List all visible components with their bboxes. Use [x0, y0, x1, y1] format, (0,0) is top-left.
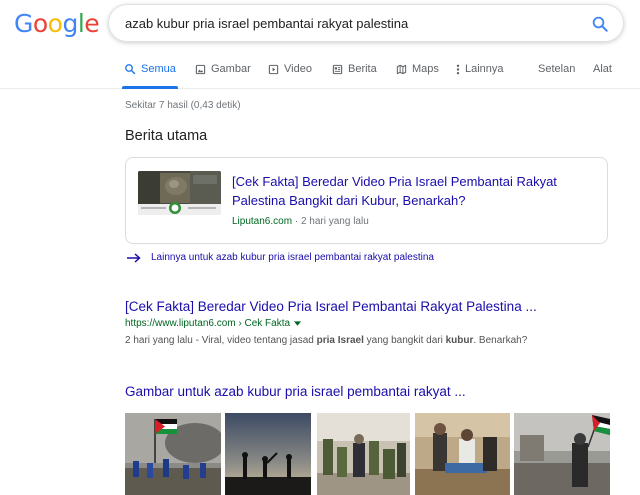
silhouette-sunset-image	[225, 413, 311, 495]
image-result-1[interactable]	[125, 413, 221, 495]
map-icon	[396, 64, 407, 74]
injured-carried-image	[415, 413, 510, 495]
image-result-3[interactable]	[317, 413, 410, 495]
tab-label: Berita	[348, 63, 377, 75]
header: Google azab kubur pria israel pembantai …	[0, 0, 640, 50]
result-url: https://www.liputan6.com › Cek Fakta	[125, 318, 625, 329]
logo-letter-g: G	[14, 9, 33, 38]
image-results	[125, 413, 640, 495]
tab-label: Semua	[141, 63, 176, 75]
search-button[interactable]	[591, 15, 609, 33]
image-result-2[interactable]	[225, 413, 311, 495]
video-icon	[268, 64, 279, 74]
tab-label: Maps	[412, 63, 439, 75]
images-heading-link[interactable]: Gambar untuk azab kubur pria israel pemb…	[125, 384, 466, 399]
news-thumbnail[interactable]	[138, 171, 221, 215]
more-news-link[interactable]: Lainnya untuk azab kubur pria israel pem…	[127, 250, 434, 265]
meta-separator: ·	[292, 216, 301, 227]
snippet-text: yang bangkit dari	[363, 335, 446, 346]
news-card[interactable]: [Cek Fakta] Beredar Video Pria Israel Pe…	[125, 157, 608, 244]
tab-semua[interactable]: Semua	[124, 63, 176, 75]
search-tabs: Semua Gambar Video Berita Maps Lainnya S…	[0, 58, 640, 89]
news-card-title[interactable]: [Cek Fakta] Beredar Video Pria Israel Pe…	[232, 172, 592, 210]
video-thumbnail-image	[138, 171, 221, 215]
tab-gambar[interactable]: Gambar	[195, 63, 251, 75]
news-source: Liputan6.com	[232, 216, 293, 227]
result-title-link[interactable]: [Cek Fakta] Beredar Video Pria Israel Pe…	[125, 298, 625, 316]
result-snippet: 2 hari yang lalu - Viral, video tentang …	[125, 335, 625, 346]
snippet-text: 2 hari yang lalu - Viral, video tentang …	[125, 335, 317, 346]
protest-flag-image	[125, 413, 221, 495]
tab-alat[interactable]: Alat	[593, 63, 612, 75]
image-result-4[interactable]	[415, 413, 510, 495]
more-news-label: Lainnya untuk azab kubur pria israel pem…	[151, 252, 434, 263]
search-input[interactable]: azab kubur pria israel pembantai rakyat …	[125, 16, 408, 31]
news-card-meta: Liputan6.com · 2 hari yang lalu	[232, 216, 369, 227]
search-icon	[125, 64, 136, 75]
result-url-text: https://www.liputan6.com › Cek Fakta	[125, 318, 291, 329]
dropdown-arrow-icon[interactable]	[294, 321, 302, 326]
tab-label: Lainnya	[465, 63, 504, 75]
logo-letter-g2: g	[62, 9, 78, 38]
palestine-flag-image	[514, 413, 610, 495]
soldiers-crowd-image	[317, 413, 410, 495]
image-icon	[195, 64, 206, 74]
tab-setelan[interactable]: Setelan	[538, 63, 575, 75]
top-stories-heading: Berita utama	[125, 128, 208, 144]
tab-label: Video	[284, 63, 312, 75]
tab-label: Alat	[593, 63, 612, 75]
tab-lainnya[interactable]: Lainnya	[456, 63, 504, 75]
news-icon	[332, 64, 343, 74]
result-stats: Sekitar 7 hasil (0,43 detik)	[125, 100, 241, 111]
tab-label: Setelan	[538, 63, 576, 75]
active-tab-indicator	[122, 86, 178, 89]
tab-video[interactable]: Video	[268, 63, 312, 75]
snippet-highlight: pria Israel	[316, 335, 364, 346]
logo-letter-e: e	[84, 9, 100, 38]
google-logo[interactable]: Google	[14, 9, 100, 39]
more-vert-icon	[456, 64, 460, 74]
logo-letter-o1: o	[32, 9, 48, 38]
logo-letter-o2: o	[47, 9, 63, 38]
arrow-right-icon	[127, 252, 141, 263]
search-box[interactable]: azab kubur pria israel pembantai rakyat …	[108, 4, 624, 42]
snippet-highlight: kubur	[445, 335, 474, 346]
search-icon	[592, 16, 608, 32]
tab-label: Gambar	[211, 63, 251, 75]
news-time: 2 hari yang lalu	[300, 216, 369, 227]
image-result-5[interactable]	[514, 413, 610, 495]
search-result: [Cek Fakta] Beredar Video Pria Israel Pe…	[125, 298, 625, 346]
tab-berita[interactable]: Berita	[332, 63, 377, 75]
tab-maps[interactable]: Maps	[396, 63, 439, 75]
snippet-text: . Benarkah?	[473, 335, 528, 346]
